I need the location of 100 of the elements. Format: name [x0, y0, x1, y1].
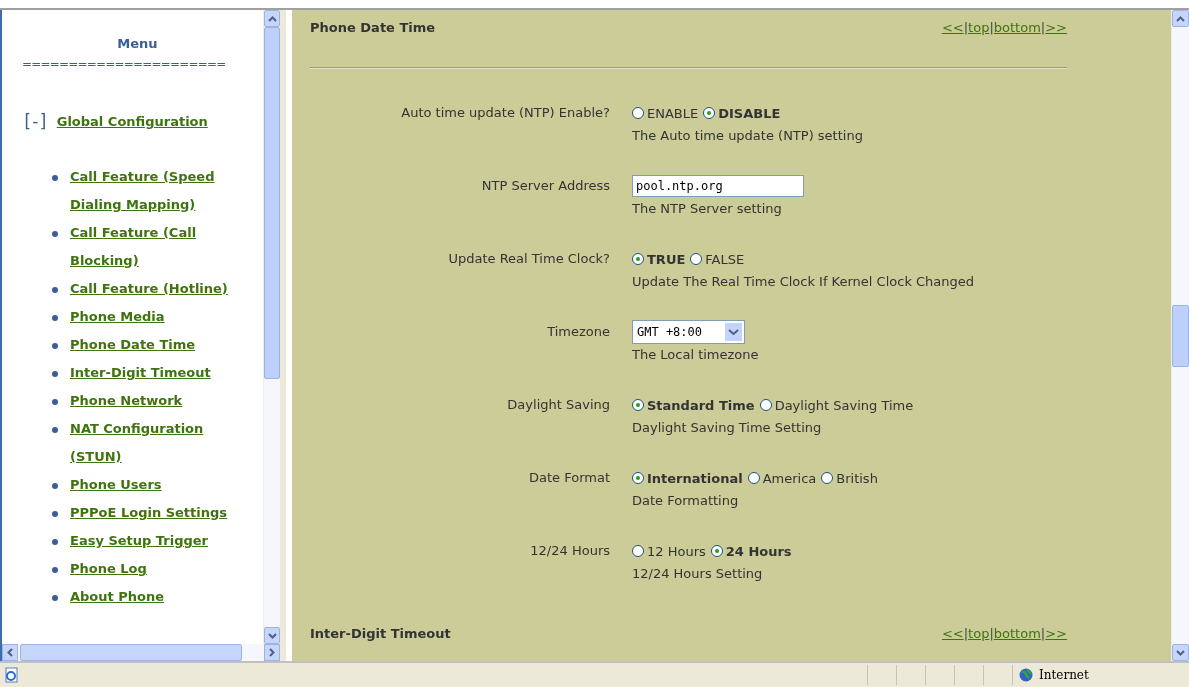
- security-zone-label: Internet: [1039, 668, 1089, 682]
- dropdown[interactable]: GMT +8:00: [632, 320, 745, 344]
- bullet-icon: [52, 567, 58, 573]
- bullet-icon: [52, 511, 58, 517]
- setting-description: Daylight Saving Time Setting: [632, 420, 823, 435]
- radio-label[interactable]: TRUE: [647, 251, 686, 267]
- radio-button[interactable]: [821, 472, 834, 484]
- setting-label: 12/24 Hours: [529, 542, 610, 560]
- chevron-right-icon[interactable]: [269, 648, 275, 657]
- setting-description: 12/24 Hours Setting: [632, 566, 764, 581]
- radio-label[interactable]: America: [762, 470, 817, 486]
- menu-link[interactable]: Phone Date Time: [70, 331, 240, 359]
- setting-description: Update The Real Time Clock If Kernel Clock Changed: [632, 274, 975, 289]
- radio-label[interactable]: ENABLE: [647, 105, 699, 121]
- nav-separator: |: [963, 20, 969, 35]
- bullet-icon: [52, 315, 58, 321]
- setting-description: The NTP Server setting: [632, 201, 783, 216]
- setting-label: Date Format: [528, 469, 610, 487]
- radio-label[interactable]: 12 Hours: [647, 543, 706, 559]
- nav-link[interactable]: top: [968, 20, 990, 35]
- setting-description: The Auto time update (NTP) setting: [632, 128, 863, 143]
- setting-description: Date Formatting: [632, 493, 740, 508]
- nav-link[interactable]: top: [968, 626, 990, 641]
- nav-separator: |: [1040, 626, 1046, 641]
- menu-link[interactable]: Phone Media: [70, 303, 240, 331]
- bullet-icon: [52, 399, 58, 405]
- chevron-left-icon[interactable]: [7, 648, 13, 657]
- setting-label: Timezone: [546, 323, 610, 341]
- bullet-icon: [52, 175, 58, 181]
- bullet-icon: [52, 427, 58, 433]
- nav-link[interactable]: bottom: [993, 626, 1041, 641]
- nav-link[interactable]: >>: [1045, 20, 1067, 35]
- caret-icon: [725, 323, 742, 341]
- nav-separator: |: [989, 626, 994, 641]
- radio-button[interactable]: [632, 107, 644, 119]
- menu-link[interactable]: Call Feature (Hotline): [70, 275, 240, 303]
- vertical-scrollbar[interactable]: [263, 10, 280, 644]
- scrollbar-thumb[interactable]: [264, 27, 280, 379]
- radio-button[interactable]: [632, 399, 644, 411]
- menu-link[interactable]: Inter-Digit Timeout: [70, 359, 240, 387]
- nav-link[interactable]: >>: [1045, 626, 1067, 641]
- section-title: Inter-Digit Timeout: [310, 626, 451, 641]
- radio-button[interactable]: [703, 107, 716, 119]
- radio-button[interactable]: [747, 472, 760, 484]
- radio-button[interactable]: [710, 545, 723, 557]
- radio-label[interactable]: FALSE: [705, 251, 745, 267]
- bullet-icon: [52, 287, 58, 293]
- radio-button[interactable]: [632, 472, 644, 484]
- menu-divider: ======================: [22, 57, 227, 71]
- vertical-scrollbar[interactable]: [1171, 10, 1189, 661]
- menu-link[interactable]: Phone Network: [70, 387, 240, 415]
- menu-link[interactable]: Easy Setup Trigger: [70, 527, 240, 555]
- bullet-icon: [52, 371, 58, 377]
- bullet-icon: [52, 343, 58, 349]
- radio-button[interactable]: [690, 253, 703, 265]
- bullet-icon: [52, 595, 58, 601]
- menu-link[interactable]: PPPoE Login Settings: [70, 499, 240, 527]
- radio-label[interactable]: Standard Time: [647, 397, 755, 413]
- radio-label[interactable]: International: [647, 470, 743, 486]
- setting-label: Update Real Time Clock?: [447, 250, 610, 268]
- menu-group-link[interactable]: Global Configuration: [56, 113, 208, 129]
- radio-button[interactable]: [632, 545, 644, 557]
- radio-label[interactable]: DISABLE: [718, 105, 781, 121]
- radio-button[interactable]: [632, 253, 644, 265]
- section-title: Phone Date Time: [310, 20, 436, 35]
- bullet-icon: [52, 483, 58, 489]
- radio-label[interactable]: Daylight Saving Time: [774, 397, 914, 413]
- menu-link[interactable]: About Phone: [70, 583, 240, 611]
- chevron-up-icon[interactable]: [1176, 15, 1185, 22]
- menu-title: Menu: [116, 36, 159, 51]
- collapse-toggle[interactable]: [-]: [22, 111, 47, 131]
- menu-link[interactable]: NAT Configuration (STUN): [70, 415, 240, 471]
- bullet-icon: [52, 231, 58, 237]
- nav-separator: |: [989, 20, 994, 35]
- menu-link[interactable]: Phone Log: [70, 555, 240, 583]
- nav-separator: |: [963, 626, 969, 641]
- radio-label[interactable]: 24 Hours: [725, 543, 792, 559]
- page-icon: [4, 667, 20, 683]
- nav-link[interactable]: <<: [941, 626, 964, 641]
- horizontal-scrollbar[interactable]: [2, 644, 280, 661]
- setting-label: Auto time update (NTP) Enable?: [400, 104, 610, 122]
- setting-label: Daylight Saving: [506, 396, 610, 414]
- menu-link[interactable]: Call Feature (Call Blocking): [70, 219, 240, 275]
- input-field[interactable]: pool.ntp.org: [632, 175, 804, 197]
- menu-link[interactable]: Phone Users: [70, 471, 240, 499]
- menu-link[interactable]: Call Feature (Speed Dialing Mapping): [70, 163, 240, 219]
- radio-button[interactable]: [759, 399, 772, 411]
- bullet-icon: [52, 539, 58, 545]
- chevron-down-icon[interactable]: [1176, 649, 1185, 656]
- setting-description: The Local timezone: [632, 347, 759, 362]
- chevron-down-icon[interactable]: [267, 632, 277, 639]
- nav-link[interactable]: bottom: [993, 20, 1041, 35]
- nav-link[interactable]: <<: [941, 20, 964, 35]
- setting-label: NTP Server Address: [480, 177, 610, 195]
- scrollbar-thumb[interactable]: [20, 644, 242, 661]
- scrollbar-thumb[interactable]: [1172, 304, 1189, 367]
- globe-icon: [1019, 668, 1033, 682]
- nav-separator: |: [1040, 20, 1046, 35]
- chevron-up-icon[interactable]: [267, 15, 277, 22]
- radio-label[interactable]: British: [836, 470, 878, 486]
